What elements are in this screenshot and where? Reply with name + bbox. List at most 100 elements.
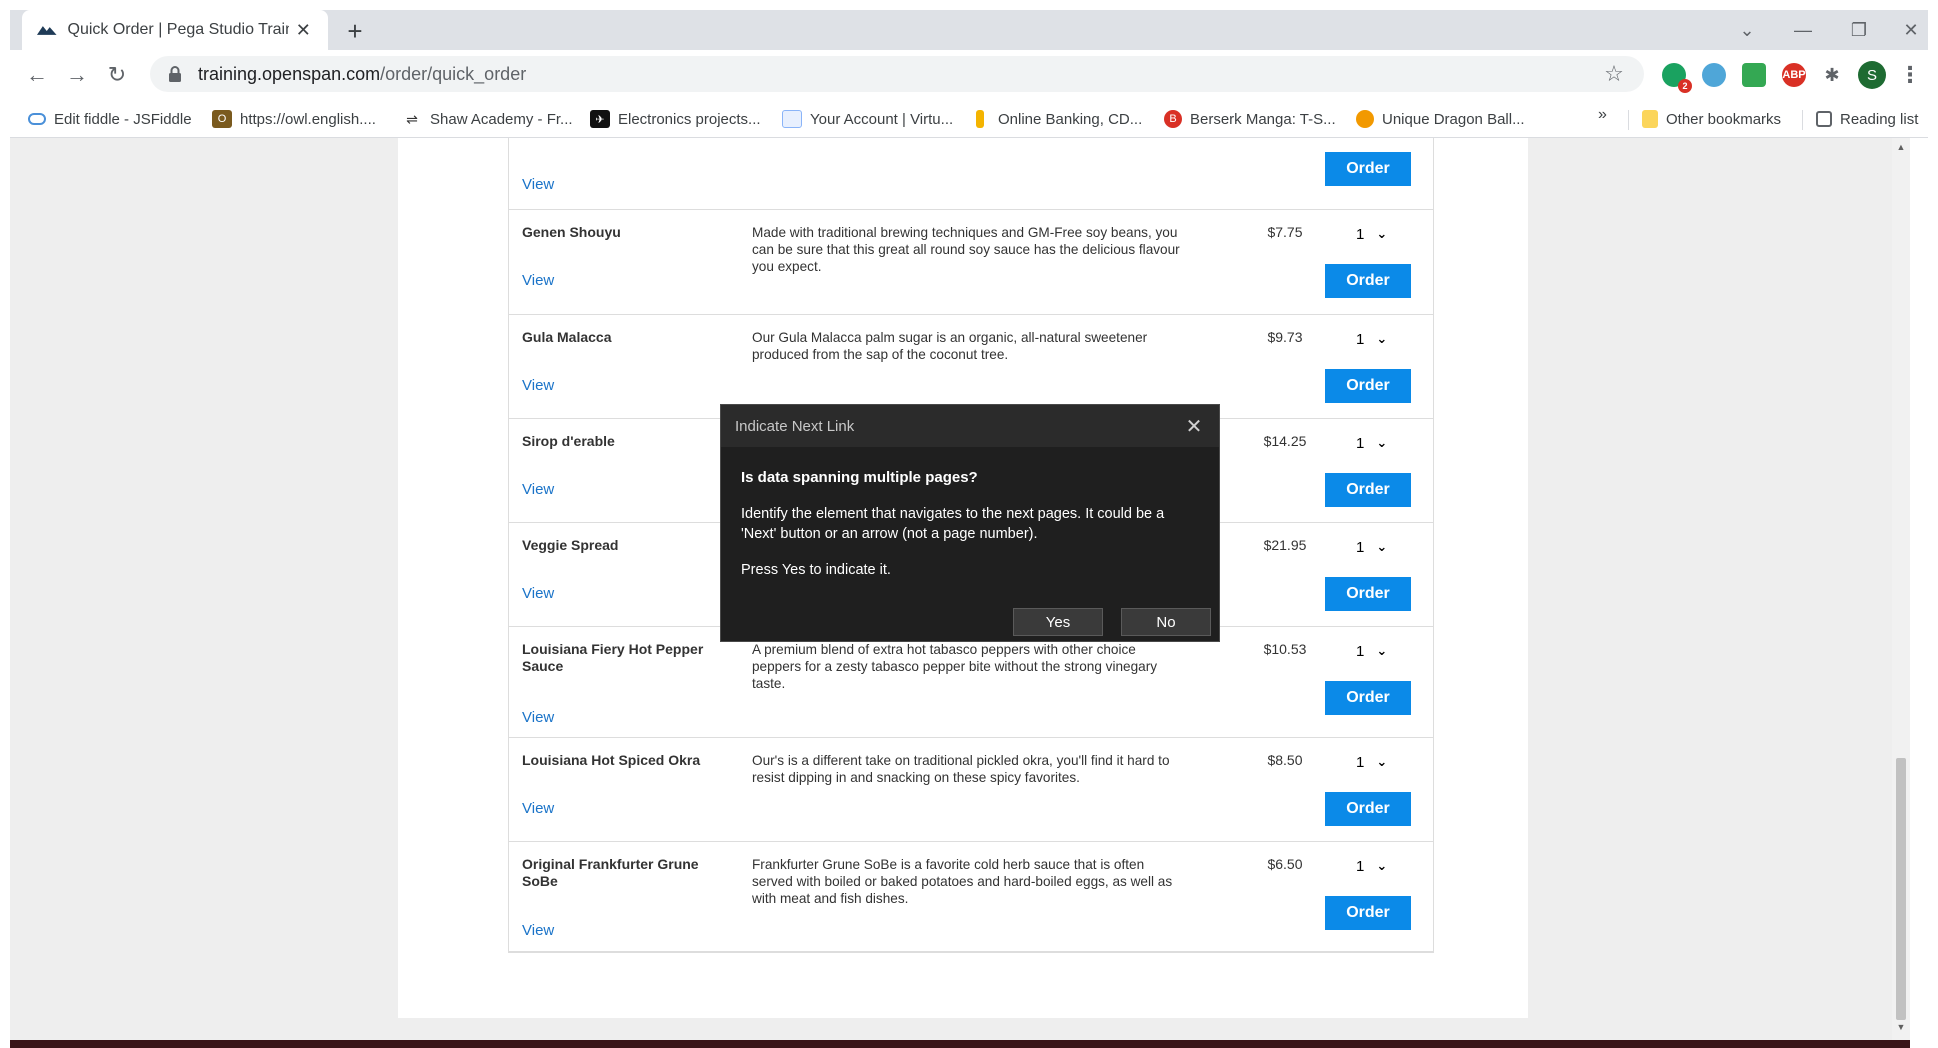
order-button[interactable]: Order [1325, 152, 1411, 186]
quantity-select[interactable]: 1 ⌄ [1346, 222, 1396, 246]
extension-badge: 2 [1678, 79, 1692, 93]
product-name: Genen Shouyu [522, 224, 621, 240]
order-button[interactable]: Order [1325, 792, 1411, 826]
profile-avatar[interactable]: S [1858, 61, 1886, 89]
dialog-question: Is data spanning multiple pages? [741, 469, 978, 486]
scroll-down-icon[interactable]: ▼ [1895, 1022, 1907, 1034]
table-row: Louisiana Fiery Hot Pepper Sauce A premi… [509, 627, 1433, 738]
chevron-down-icon: ⌄ [1376, 226, 1388, 241]
grammarly-extension-icon[interactable]: 2 [1662, 63, 1692, 93]
bookmark-item[interactable]: Your Account | Virtu... [782, 106, 953, 132]
product-name: Veggie Spread [522, 537, 619, 553]
view-link[interactable]: View [522, 377, 554, 394]
extensions-puzzle-icon[interactable]: ✱ [1820, 63, 1844, 87]
indicate-next-link-dialog: Indicate Next Link ✕ Is data spanning mu… [720, 404, 1220, 642]
view-link[interactable]: View [522, 481, 554, 498]
product-description: Our Gula Malacca palm sugar is an organi… [752, 330, 1148, 362]
view-link[interactable]: View [522, 272, 554, 289]
quantity-select[interactable]: 1 ⌄ [1346, 854, 1396, 878]
scrollbar-thumb[interactable] [1896, 758, 1906, 1020]
dragonball-icon [1356, 110, 1374, 128]
quantity-select[interactable]: 1 ⌄ [1346, 535, 1396, 559]
product-price: $9.73 [1267, 329, 1303, 345]
chevron-down-icon: ⌄ [1376, 539, 1388, 554]
shaw-icon: ⇌ [406, 110, 418, 127]
owl-icon: O [212, 110, 232, 128]
order-button[interactable]: Order [1325, 264, 1411, 298]
chevron-down-icon: ⌄ [1376, 435, 1388, 450]
tab-title: Quick Order | Pega Studio Trainin [67, 21, 289, 38]
product-price: $6.50 [1267, 856, 1303, 872]
bookmark-item[interactable]: Online Banking, CD... [976, 106, 1142, 132]
quantity-select[interactable]: 1 ⌄ [1346, 639, 1396, 663]
tab-search-icon[interactable]: ⌄ [1732, 18, 1762, 42]
reading-list[interactable]: Reading list [1816, 106, 1918, 132]
bookmark-star-icon[interactable]: ☆ [1602, 61, 1626, 86]
order-button[interactable]: Order [1325, 896, 1411, 930]
berserk-icon: B [1164, 110, 1182, 128]
forward-icon[interactable]: → [62, 60, 92, 90]
close-icon[interactable]: ✕ [1183, 415, 1205, 438]
dialog-body: Is data spanning multiple pages? Identif… [721, 447, 1219, 578]
electronics-icon: ✈ [590, 110, 610, 128]
order-button[interactable]: Order [1325, 369, 1411, 403]
back-icon[interactable]: ← [22, 60, 52, 90]
bookmark-separator [1802, 110, 1803, 130]
order-button[interactable]: Order [1325, 681, 1411, 715]
view-link[interactable]: View [522, 922, 554, 939]
bookmark-item[interactable]: B Berserk Manga: T-S... [1164, 106, 1336, 132]
chevron-down-icon: ⌄ [1376, 643, 1388, 658]
order-button[interactable]: Order [1325, 577, 1411, 611]
reload-icon[interactable]: ↻ [102, 60, 132, 90]
dialog-instruction: Press Yes to indicate it. [741, 562, 891, 578]
close-window-icon[interactable]: ✕ [1896, 18, 1926, 42]
extension-green-icon[interactable] [1742, 63, 1766, 87]
pega-favicon-icon [36, 26, 57, 35]
view-link[interactable]: View [522, 176, 554, 193]
browser-menu-icon[interactable]: ⋮ [1899, 62, 1921, 88]
bookmark-item[interactable]: ⇌ Shaw Academy - Fr... [402, 106, 572, 132]
product-price: $21.95 [1263, 537, 1307, 553]
restore-icon[interactable]: ❐ [1844, 18, 1874, 42]
address-bar[interactable]: training.openspan.com/order/quick_order … [150, 56, 1644, 92]
scroll-up-icon[interactable]: ▲ [1895, 142, 1907, 154]
other-bookmarks[interactable]: Other bookmarks [1642, 106, 1781, 132]
view-link[interactable]: View [522, 800, 554, 817]
bookmark-separator [1628, 110, 1629, 130]
dialog-title: Indicate Next Link [735, 417, 855, 435]
bank-icon [976, 110, 984, 128]
view-link[interactable]: View [522, 709, 554, 726]
quantity-select[interactable]: 1 ⌄ [1346, 327, 1396, 351]
quantity-select[interactable]: 1 ⌄ [1346, 750, 1396, 774]
product-name: Original Frankfurter Grune SoBe [522, 856, 699, 889]
taskbar-strip [10, 1040, 1910, 1048]
product-price: $10.53 [1263, 641, 1307, 657]
tab-quick-order[interactable]: Quick Order | Pega Studio Trainin ✕ [22, 10, 328, 50]
extension-diamond-icon[interactable] [1702, 63, 1726, 87]
minimize-icon[interactable]: — [1788, 18, 1818, 42]
quantity-select[interactable]: 1 ⌄ [1346, 431, 1396, 455]
dialog-text: Identify the element that navigates to t… [741, 506, 1165, 542]
table-row: View Order [509, 138, 1433, 210]
product-name: Gula Malacca [522, 329, 612, 345]
view-link[interactable]: View [522, 585, 554, 602]
page-scrollbar[interactable]: ▲ ▼ [1892, 138, 1910, 1040]
more-bookmarks-icon[interactable]: » [1598, 106, 1607, 124]
reading-list-icon [1816, 111, 1832, 127]
bookmark-item[interactable]: Edit fiddle - JSFiddle [28, 106, 192, 132]
adblock-plus-icon[interactable]: ABP [1782, 63, 1806, 87]
plus-icon: + [347, 15, 363, 46]
no-button[interactable]: No [1121, 608, 1211, 636]
bookmark-item[interactable]: Unique Dragon Ball... [1356, 106, 1525, 132]
new-tab-button[interactable]: + [340, 16, 370, 46]
browser-chrome: Quick Order | Pega Studio Trainin ✕ + ⌄ … [10, 10, 1928, 138]
bookmark-item[interactable]: ✈ Electronics projects... [590, 106, 761, 132]
order-button[interactable]: Order [1325, 473, 1411, 507]
bookmark-item[interactable]: O https://owl.english.... [212, 106, 376, 132]
table-row: Louisiana Hot Spiced Okra Our's is a dif… [509, 738, 1433, 842]
dialog-header: Indicate Next Link ✕ [721, 405, 1219, 447]
product-name: Louisiana Fiery Hot Pepper Sauce [522, 641, 704, 674]
cloud-icon [28, 113, 46, 125]
yes-button[interactable]: Yes [1013, 608, 1103, 636]
close-tab-icon[interactable]: ✕ [293, 19, 315, 41]
